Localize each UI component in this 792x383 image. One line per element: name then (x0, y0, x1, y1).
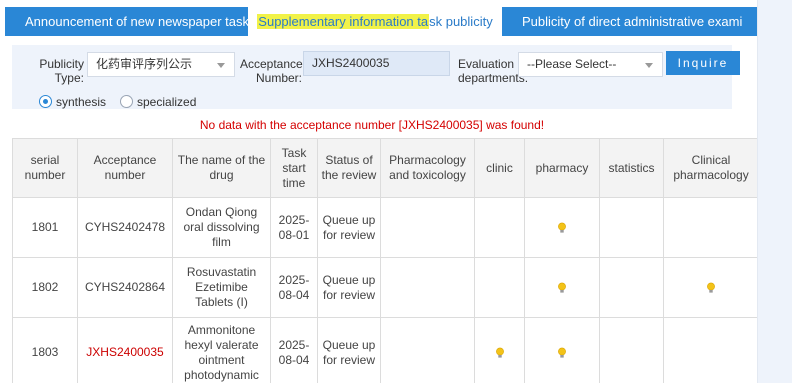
table-row: 1802 CYHS2402864 Rosuvastatin Ezetimibe Ta… (12, 258, 757, 318)
cell-status: Queue up for review (317, 198, 380, 257)
cell-pharmacy (524, 258, 599, 317)
cell-clinic (474, 198, 524, 257)
header-serial-number: serial number (12, 139, 77, 197)
publicity-type-select[interactable]: 化药审评序列公示 (87, 52, 235, 77)
cell-clinic (474, 258, 524, 317)
table-row: 1801 CYHS2402478 Ondan Qiong oral dissolvi… (12, 198, 757, 258)
radio-indicator (120, 95, 133, 108)
chevron-down-icon (217, 63, 225, 68)
radio-specialized[interactable]: specialized (120, 94, 196, 110)
cell-pharmacology (380, 258, 474, 317)
header-task-start-time: Task start time (270, 139, 317, 197)
cell-statistics (599, 318, 663, 383)
tab-bar: Announcement of new newspaper tasks Supp… (5, 7, 757, 36)
error-message: No data with the acceptance number [JXHS… (199, 118, 545, 132)
inquire-button[interactable]: Inquire (666, 51, 740, 75)
cell-serial: 1802 (12, 258, 77, 317)
cell-statistics (599, 258, 663, 317)
radio-indicator (39, 95, 52, 108)
table-header-row: serial number Acceptance number The name… (12, 139, 757, 198)
highlighted-label-part: Supplementary information ta (257, 14, 430, 29)
chevron-down-icon (645, 63, 653, 68)
cell-drug: Rosuvastatin Ezetimibe Tablets (I) (172, 258, 270, 317)
main-panel: Announcement of new newspaper tasks Supp… (0, 0, 757, 383)
cell-serial: 1801 (12, 198, 77, 257)
cell-status: Queue up for review (317, 258, 380, 317)
right-gutter (757, 0, 792, 383)
lightbulb-icon (558, 282, 566, 293)
tab-label: Announcement of new newspaper tasks (25, 14, 256, 29)
cell-start: 2025-08-01 (270, 198, 317, 257)
cell-clinical-pharmacology (663, 318, 757, 383)
cell-drug: Ondan Qiong oral dissolving film (172, 198, 270, 257)
cell-statistics (599, 198, 663, 257)
acceptance-number-input[interactable]: JXHS2400035 (303, 51, 450, 76)
publicity-type-label: Publicity Type: (39, 57, 84, 85)
cell-acceptance: JXHS2400035 (77, 318, 172, 383)
cell-drug: Ammonitone hexyl valerate ointment photo… (172, 318, 270, 383)
review-table: serial number Acceptance number The name… (12, 138, 757, 383)
cell-acceptance: CYHS2402864 (77, 258, 172, 317)
table-row: 1803 JXHS2400035 Ammonitone hexyl valerate… (12, 318, 757, 383)
filter-panel: Publicity Type: 化药审评序列公示 Acceptance Numb… (12, 45, 740, 110)
cell-clinical-pharmacology (663, 258, 757, 317)
publicity-type-value: 化药审评序列公示 (96, 57, 193, 71)
lightbulb-icon (558, 347, 566, 358)
tab-supplementary-information[interactable]: Supplementary information task publicity (248, 7, 502, 36)
cell-start: 2025-08-04 (270, 318, 317, 383)
acceptance-number-label: Acceptance Number: (240, 57, 303, 85)
header-statistics: statistics (599, 139, 663, 197)
header-pharmacy: pharmacy (524, 139, 599, 197)
tab-new-newspaper-tasks[interactable]: Announcement of new newspaper tasks (5, 7, 256, 36)
cell-pharmacology (380, 318, 474, 383)
cell-start: 2025-08-04 (270, 258, 317, 317)
cell-clinical-pharmacology (663, 198, 757, 257)
header-acceptance-number: Acceptance number (77, 139, 172, 197)
radio-synthesis-label: synthesis (56, 95, 107, 109)
header-clinical-pharmacology: Clinical pharmacology (663, 139, 757, 197)
header-pharmacology-toxicology: Pharmacology and toxicology (380, 139, 474, 197)
cell-pharmacy (524, 198, 599, 257)
header-review-status: Status of the review (317, 139, 380, 197)
radio-synthesis[interactable]: synthesis (39, 94, 106, 110)
header-drug-name: The name of the drug (172, 139, 270, 197)
cell-serial: 1803 (12, 318, 77, 383)
cell-pharmacy (524, 318, 599, 383)
cell-pharmacology (380, 198, 474, 257)
radio-specialized-label: specialized (137, 95, 197, 109)
header-clinic: clinic (474, 139, 524, 197)
lightbulb-icon (707, 282, 715, 293)
evaluation-departments-value: --Please Select-- (527, 57, 617, 71)
lightbulb-icon (558, 222, 566, 233)
evaluation-departments-select[interactable]: --Please Select-- (518, 52, 663, 77)
tab-label: Publicity of direct administrative exami (522, 14, 743, 29)
tab-label-rest: sk publicity (429, 14, 493, 29)
tab-direct-administrative[interactable]: Publicity of direct administrative exami (502, 7, 757, 36)
cell-acceptance: CYHS2402478 (77, 198, 172, 257)
lightbulb-icon (495, 347, 504, 358)
cell-status: Queue up for review (317, 318, 380, 383)
cell-clinic (474, 318, 524, 383)
